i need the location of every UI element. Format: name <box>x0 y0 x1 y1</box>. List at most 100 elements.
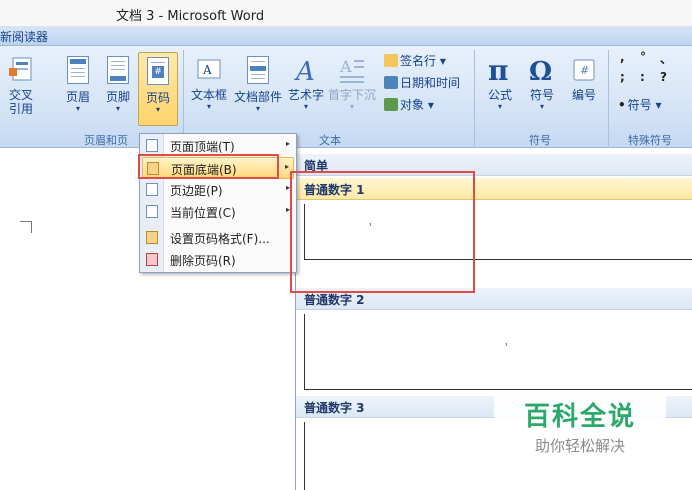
group-label-special-symbols: 特殊符号 <box>628 134 672 147</box>
menu-item-remove-page-numbers[interactable]: 删除页码(R) <box>142 249 294 271</box>
numbering-icon: # <box>570 54 598 86</box>
wordart-icon: A <box>292 54 320 87</box>
quick-parts-label: 文档部件 <box>233 90 282 104</box>
menu-item-label: 设置页码格式(F)... <box>170 232 270 246</box>
special-symbol-button[interactable]: • 符号 ▾ <box>618 96 662 113</box>
cross-reference-icon <box>7 54 35 86</box>
window-title: 文档 3 - Microsoft Word <box>116 9 265 24</box>
drop-cap-icon: A <box>338 54 366 86</box>
menu-item-label: 删除页码(R) <box>170 254 236 268</box>
text-box-button[interactable]: A 文本框 ▾ <box>186 52 232 126</box>
ribbon: 交叉 引用 页眉 ▾ 页脚 ▾ # 页码 ▾ A 文本框 ▾ 文档部件 ▾ A … <box>0 46 692 148</box>
symbol-dropdown-icon: ▾ <box>539 102 544 111</box>
group-separator <box>474 50 475 146</box>
footer-icon <box>107 56 129 84</box>
drop-cap-label: 首字下沉 <box>328 88 377 102</box>
calendar-icon <box>384 76 398 89</box>
svg-text:A: A <box>202 63 212 77</box>
text-box-icon: A <box>195 54 223 86</box>
signature-icon <box>384 54 398 67</box>
symbol-button[interactable]: Ω 符号 ▾ <box>522 52 562 126</box>
submenu-arrow-icon: ▸ <box>284 162 289 171</box>
text-boundary-mark <box>20 221 34 233</box>
signature-line-label: 签名行 ▾ <box>400 54 446 68</box>
svg-text:A: A <box>339 57 352 76</box>
title-bar: 文档 3 - Microsoft Word <box>0 0 692 26</box>
pi-icon: π <box>486 54 514 87</box>
format-page-numbers-icon <box>146 231 158 244</box>
quick-parts-icon <box>247 56 269 84</box>
wordart-label: 艺术字 <box>287 88 324 102</box>
gallery-item-preview-2[interactable]: ¹ <box>304 314 692 390</box>
group-separator <box>183 50 184 146</box>
quick-parts-button[interactable]: 文档部件 ▾ <box>232 52 284 126</box>
header-dropdown-icon: ▾ <box>75 104 80 113</box>
page-margins-icon <box>146 183 158 196</box>
header-icon <box>67 56 89 84</box>
tab-reader[interactable]: 新阅读器 <box>0 28 48 45</box>
menu-item-page-margins[interactable]: 页边距(P) ▸ <box>142 179 294 201</box>
gallery-item-title-2: 普通数字 2 <box>304 293 365 307</box>
cross-reference-label-2: 引用 <box>8 102 33 116</box>
footer-dropdown-icon: ▾ <box>115 104 120 113</box>
punct-comma[interactable]: , <box>620 50 625 64</box>
punct-colon[interactable]: : <box>640 70 645 84</box>
quick-parts-dropdown-icon: ▾ <box>255 104 260 113</box>
punct-degree[interactable]: ° <box>640 50 646 64</box>
page-number-dropdown-icon: ▾ <box>155 105 160 114</box>
menu-item-label: 当前位置(C) <box>170 206 236 220</box>
gallery-item-title-3: 普通数字 3 <box>304 401 365 415</box>
drop-cap-dropdown-icon: ▾ <box>349 102 354 111</box>
punct-question[interactable]: ? <box>660 70 667 84</box>
submenu-arrow-icon: ▸ <box>285 139 290 148</box>
drop-cap-button[interactable]: A 首字下沉 ▾ <box>328 52 376 126</box>
watermark-subtitle: 助你轻松解决 <box>534 437 625 455</box>
punctuation-grid: , ° 、 ; : ? <box>618 50 688 96</box>
equation-dropdown-icon: ▾ <box>497 102 502 111</box>
object-label: 对象 ▾ <box>400 98 434 112</box>
menu-item-label: 页面顶端(T) <box>170 140 235 154</box>
menu-item-label: 页边距(P) <box>170 184 223 198</box>
group-label-text: 文本 <box>319 134 341 147</box>
punct-dunhao[interactable]: 、 <box>660 50 672 67</box>
group-label-symbols: 符号 <box>529 134 551 147</box>
footer-button[interactable]: 页脚 ▾ <box>98 52 138 126</box>
watermark: 百科全说 助你轻松解决 <box>494 390 666 460</box>
signature-line-button[interactable]: 签名行 ▾ <box>384 52 446 69</box>
object-icon <box>384 98 398 111</box>
svg-text:A: A <box>294 57 315 86</box>
symbol-label: 符号 <box>529 88 554 102</box>
numbering-label: 编号 <box>571 88 596 102</box>
object-button[interactable]: 对象 ▾ <box>384 96 434 113</box>
header-button[interactable]: 页眉 ▾ <box>58 52 98 126</box>
cross-reference-label-1: 交叉 <box>8 88 33 102</box>
menu-item-format-page-numbers[interactable]: 设置页码格式(F)... <box>142 227 294 249</box>
svg-text:Ω: Ω <box>529 57 552 86</box>
footer-label: 页脚 <box>105 90 130 104</box>
omega-icon: Ω <box>528 54 556 87</box>
punct-semicolon[interactable]: ; <box>620 70 625 84</box>
equation-label: 公式 <box>487 88 512 102</box>
group-separator <box>608 50 609 146</box>
remove-page-numbers-icon <box>146 253 158 266</box>
date-time-label: 日期和时间 <box>400 76 461 90</box>
page-number-button[interactable]: # 页码 ▾ <box>138 52 178 126</box>
ribbon-tab-strip: 新阅读器 <box>0 26 692 46</box>
top-of-page-icon <box>146 139 158 152</box>
current-position-icon <box>146 205 158 218</box>
text-box-label: 文本框 <box>190 88 227 102</box>
text-box-dropdown-icon: ▾ <box>206 102 211 111</box>
cross-reference-button[interactable]: 交叉 引用 <box>4 52 38 126</box>
highlight-box-gallery <box>290 171 475 293</box>
svg-text:π: π <box>488 54 509 86</box>
header-label: 页眉 <box>65 90 90 104</box>
equation-button[interactable]: π 公式 ▾ <box>480 52 520 126</box>
wordart-button[interactable]: A 艺术字 ▾ <box>284 52 328 126</box>
special-symbol-label: 符号 ▾ <box>627 98 662 112</box>
menu-item-current-position[interactable]: 当前位置(C) ▸ <box>142 201 294 223</box>
wordart-dropdown-icon: ▾ <box>303 102 308 111</box>
watermark-title: 百科全说 <box>523 402 636 432</box>
date-time-button[interactable]: 日期和时间 <box>384 74 460 91</box>
page-number-sample-2: ¹ <box>505 342 508 350</box>
numbering-button[interactable]: # 编号 <box>564 52 604 126</box>
